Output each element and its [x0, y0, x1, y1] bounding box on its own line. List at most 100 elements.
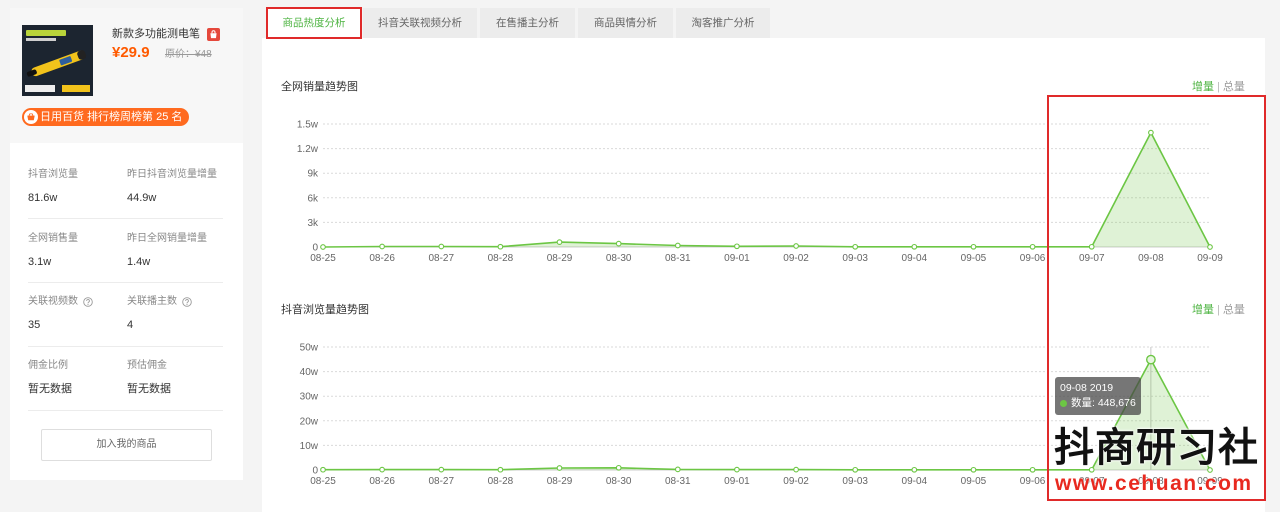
views-chart-toggle: 增量 | 总量	[1192, 304, 1245, 317]
product-price: ¥29.9	[112, 44, 150, 61]
y-tick-label: 1.5w	[297, 120, 319, 131]
stat-label: 预估佣金	[127, 360, 167, 371]
stat-yesterday-views-increment: 昨日抖音浏览量增量 44.9w	[127, 169, 222, 205]
data-point[interactable]	[497, 466, 504, 473]
sales-chart-toggle: 增量 | 总量	[1192, 81, 1245, 94]
add-to-my-products-button[interactable]: 加入我的商品	[41, 429, 212, 461]
x-tick-label: 09-01	[724, 253, 750, 264]
x-tick-label: 08-30	[606, 253, 632, 264]
y-tick-label: 40w	[300, 367, 319, 378]
stat-value: 35	[28, 319, 41, 331]
watermark-brand: 抖商研习社	[1054, 426, 1259, 470]
x-tick-label: 08-25	[310, 476, 336, 487]
data-point[interactable]	[674, 242, 681, 249]
x-tick-label: 08-28	[488, 476, 514, 487]
basket-icon	[24, 110, 38, 124]
x-tick-label: 09-05	[961, 253, 987, 264]
y-tick-label: 0	[312, 466, 318, 477]
x-tick-label: 08-30	[606, 476, 632, 487]
divider	[28, 346, 223, 347]
product-image[interactable]	[22, 25, 93, 96]
stat-value: 暂无数据	[28, 383, 72, 395]
data-point[interactable]	[734, 466, 740, 473]
stat-label: 抖音浏览量	[28, 169, 78, 180]
y-tick-label: 50w	[300, 343, 319, 354]
x-tick-label: 08-29	[547, 253, 573, 264]
chart-tooltip: 09-08 2019 数量: 448,676	[1055, 377, 1141, 415]
toggle-increment[interactable]: 增量	[1192, 304, 1214, 316]
data-point[interactable]	[438, 243, 445, 250]
store-icon[interactable]	[207, 28, 220, 41]
x-tick-label: 08-26	[369, 476, 395, 487]
data-point[interactable]	[793, 466, 799, 473]
toggle-total[interactable]: 总量	[1223, 304, 1245, 316]
data-point[interactable]	[1088, 243, 1095, 250]
data-point[interactable]	[852, 466, 859, 473]
stat-related-creators: 关联播主数 4	[127, 296, 222, 332]
toggle-increment[interactable]: 增量	[1192, 81, 1214, 93]
rank-badge[interactable]: 日用百货 排行榜周榜第 25 名	[22, 108, 189, 126]
tab-product-heat[interactable]: 商品热度分析	[268, 8, 360, 38]
data-point[interactable]	[379, 466, 385, 473]
y-tick-label: 0	[312, 243, 318, 254]
stat-label-row: 关联播主数	[127, 296, 222, 308]
data-point[interactable]	[911, 466, 918, 473]
analysis-tabs: 商品热度分析 抖音关联视频分析 在售播主分析 商品舆情分析 淘客推广分析	[268, 8, 770, 38]
data-point[interactable]	[1029, 243, 1036, 250]
x-tick-label: 09-05	[961, 476, 987, 487]
data-point[interactable]	[556, 239, 563, 245]
stat-commission-rate: 佣金比例 暂无数据	[28, 360, 123, 396]
data-point[interactable]	[674, 466, 681, 473]
chart-title-sales-trend: 全网销量趋势图	[281, 81, 358, 93]
data-point[interactable]	[320, 244, 326, 250]
stat-estimated-commission: 预估佣金 暂无数据	[127, 360, 222, 396]
y-tick-label: 3k	[307, 218, 319, 229]
question-circle-icon[interactable]	[83, 297, 93, 307]
toggle-total[interactable]: 总量	[1223, 81, 1245, 93]
data-point[interactable]	[734, 243, 740, 250]
stat-value: 3.1w	[28, 256, 52, 268]
y-tick-label: 1.2w	[297, 144, 319, 155]
tab-sentiment[interactable]: 商品舆情分析	[578, 8, 673, 38]
x-tick-label: 08-25	[310, 253, 336, 264]
data-point[interactable]	[911, 243, 918, 250]
y-tick-label: 30w	[300, 392, 319, 403]
data-point[interactable]	[970, 243, 977, 250]
x-tick-label: 09-06	[1020, 253, 1046, 264]
data-point-hovered[interactable]	[1146, 354, 1156, 365]
data-point[interactable]	[1207, 244, 1213, 250]
data-point[interactable]	[497, 243, 504, 250]
x-tick-label: 08-26	[369, 253, 395, 264]
x-tick-label: 09-04	[902, 476, 928, 487]
x-tick-label: 09-02	[783, 253, 809, 264]
x-tick-label: 09-01	[724, 476, 750, 487]
data-point[interactable]	[852, 243, 859, 250]
question-circle-icon[interactable]	[182, 297, 192, 307]
stat-label: 全网销售量	[28, 233, 78, 244]
product-panel: 新款多功能测电笔 ¥29.9 原价：¥48 日用百货 排行榜周榜第 25 名 抖…	[10, 8, 243, 480]
stat-yesterday-sales-increment: 昨日全网销量增量 1.4w	[127, 233, 222, 269]
data-point[interactable]	[556, 465, 563, 471]
data-point[interactable]	[793, 243, 799, 249]
stat-douyin-views: 抖音浏览量 81.6w	[28, 169, 123, 205]
sales-trend-chart: 0 3k 6k 9k 1.2w 1.5w 08-25 08-26 08-27 08-28 08-29…	[297, 120, 1223, 265]
x-tick-label: 08-31	[665, 476, 691, 487]
stat-label: 关联视频数	[28, 296, 78, 307]
divider	[28, 282, 223, 283]
data-point[interactable]	[615, 240, 622, 247]
data-point[interactable]	[438, 466, 445, 473]
data-point[interactable]	[970, 466, 977, 473]
stat-label-row: 关联视频数	[28, 296, 123, 308]
series-color-dot	[1060, 400, 1067, 407]
tooltip-value: 数量: 448,676	[1071, 397, 1136, 409]
data-point[interactable]	[615, 464, 622, 471]
data-point[interactable]	[1148, 129, 1154, 136]
data-point[interactable]	[320, 466, 326, 473]
tab-selling-creators[interactable]: 在售播主分析	[480, 8, 575, 38]
tab-related-videos[interactable]: 抖音关联视频分析	[363, 8, 477, 38]
chart-title-views-trend: 抖音浏览量趋势图	[281, 304, 369, 316]
data-point[interactable]	[1029, 466, 1036, 473]
product-title[interactable]: 新款多功能测电笔	[112, 27, 200, 41]
tab-taoke-promotion[interactable]: 淘客推广分析	[676, 8, 770, 38]
data-point[interactable]	[379, 243, 385, 250]
